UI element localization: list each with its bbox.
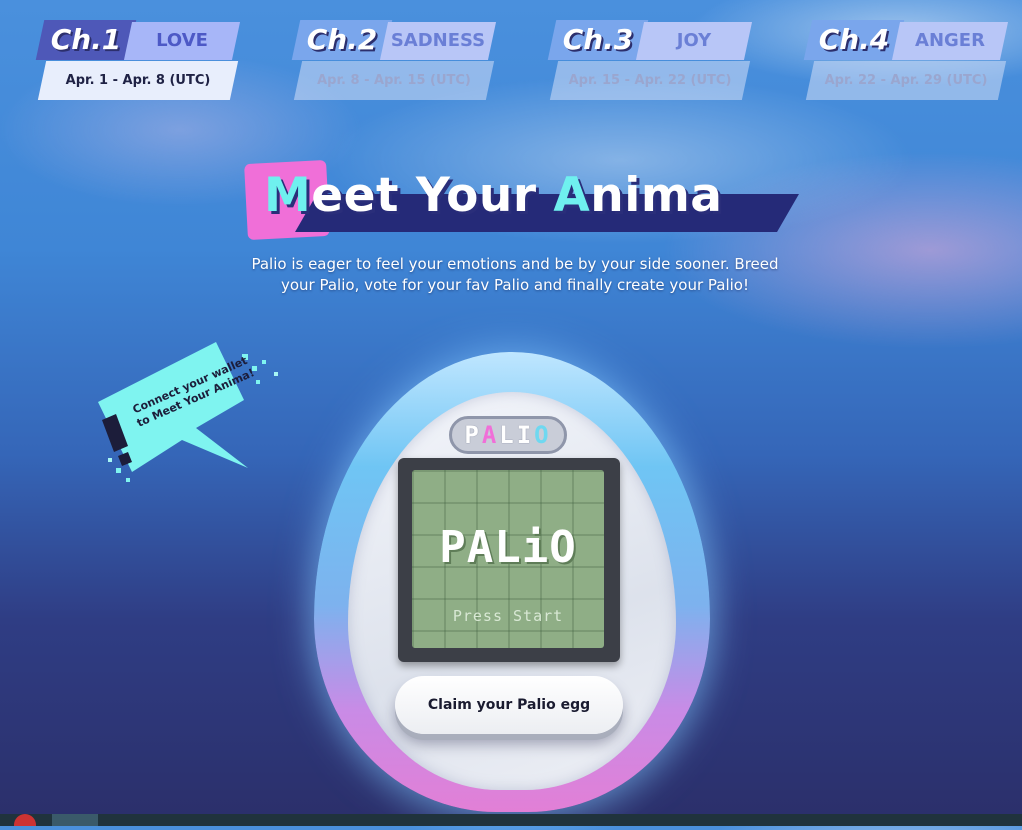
chapter-4-card[interactable]: Ch.4 ANGER Apr. 22 - Apr. 29 (UTC) xyxy=(803,20,1013,104)
chapter-number-badge: Ch.4 xyxy=(803,20,905,60)
taskbar-app-icon[interactable] xyxy=(52,814,98,826)
chapter-2-card[interactable]: Ch.2 SADNESS Apr. 8 - Apr. 15 (UTC) xyxy=(291,20,501,104)
chapter-timeline: Ch.1 LOVE Apr. 1 - Apr. 8 (UTC) Ch.2 SAD… xyxy=(0,20,1022,104)
page-title: Meet Your Anima xyxy=(244,159,799,241)
chapter-number-badge: Ch.2 xyxy=(291,20,393,60)
chapter-emotion-label: LOVE xyxy=(123,22,241,60)
claim-palio-egg-button[interactable]: Claim your Palio egg xyxy=(395,676,623,734)
page-subtitle: Palio is eager to feel your emotions and… xyxy=(251,255,779,294)
taskbar-app-icon[interactable] xyxy=(14,814,36,826)
exclamation-icon xyxy=(102,414,132,466)
chapter-number-badge: Ch.3 xyxy=(547,20,649,60)
chapter-emotion-label: JOY xyxy=(635,22,753,60)
palio-logo: PALIO xyxy=(449,416,567,454)
chapter-date-range: Apr. 1 - Apr. 8 (UTC) xyxy=(37,61,239,100)
chapter-emotion-label: SADNESS xyxy=(379,22,497,60)
chapter-1-card[interactable]: Ch.1 LOVE Apr. 1 - Apr. 8 (UTC) xyxy=(35,20,245,104)
chapter-emotion-label: ANGER xyxy=(891,22,1009,60)
chapter-date-range: Apr. 8 - Apr. 15 (UTC) xyxy=(293,61,495,100)
chapter-3-card[interactable]: Ch.3 JOY Apr. 15 - Apr. 22 (UTC) xyxy=(547,20,757,104)
page-title-text: Meet Your Anima xyxy=(264,168,723,223)
taskbar xyxy=(0,814,1022,826)
screen-logo-text: PALiO xyxy=(439,522,577,573)
chapter-date-range: Apr. 22 - Apr. 29 (UTC) xyxy=(805,61,1007,100)
chapter-number-badge: Ch.1 xyxy=(35,20,137,60)
press-start-text: Press Start xyxy=(452,607,564,625)
chapter-date-range: Apr. 15 - Apr. 22 (UTC) xyxy=(549,61,751,100)
connect-wallet-bubble: Connect your wallet to Meet Your Anima! xyxy=(96,340,296,490)
